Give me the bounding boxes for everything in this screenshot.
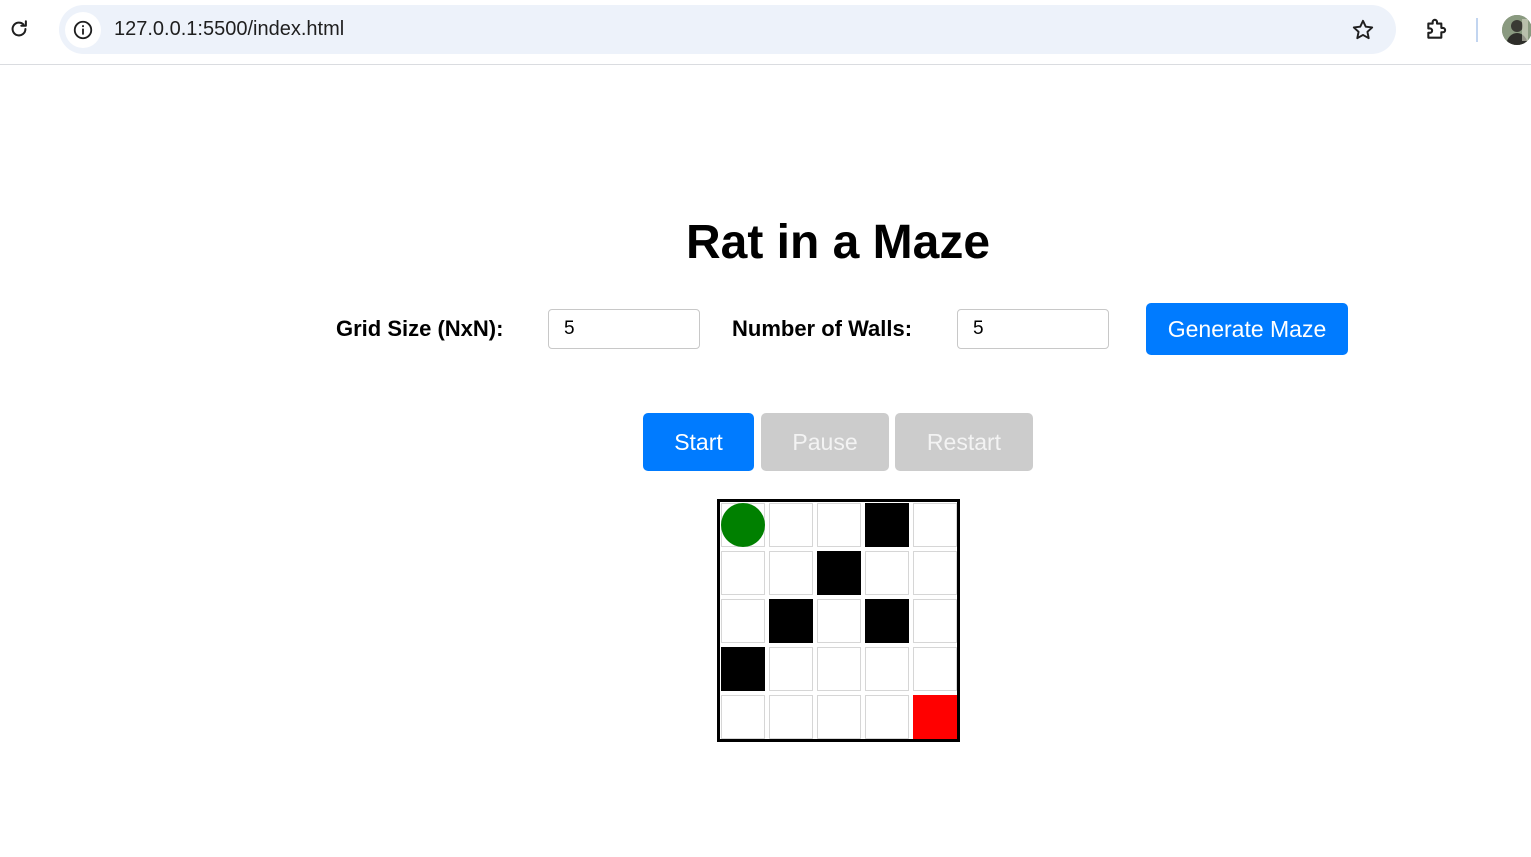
maze-grid [717,499,960,742]
maze-cell-3-1 [769,647,813,691]
maze-cell-3-3 [865,647,909,691]
maze-cell-4-3 [865,695,909,739]
maze-cell-0-2 [817,503,861,547]
start-button[interactable]: Start [643,413,754,471]
profile-picture-icon [1502,15,1531,45]
bookmark-button[interactable] [1350,17,1376,43]
star-icon [1352,19,1374,40]
maze-wall-3-0 [721,647,765,691]
maze-wall-2-3 [865,599,909,643]
page-title: Rat in a Maze [685,216,991,269]
site-info-button[interactable] [65,12,101,48]
maze-cell-4-2 [817,695,861,739]
maze-cell-3-2 [817,647,861,691]
url-text[interactable]: 127.0.0.1:5500/index.html [114,18,344,41]
restart-button[interactable]: Restart [895,413,1033,471]
maze-cell-2-0 [721,599,765,643]
extensions-button[interactable] [1423,15,1451,43]
reload-button[interactable] [7,17,31,41]
walls-label: Number of Walls: [732,316,913,341]
grid-size-input[interactable] [548,309,700,349]
maze-cell-2-2 [817,599,861,643]
rat-marker [721,503,765,547]
maze-cell-2-4 [913,599,957,643]
maze-cell-1-1 [769,551,813,595]
profile-avatar[interactable] [1502,15,1531,45]
pause-button[interactable]: Pause [761,413,889,471]
maze-cell-1-4 [913,551,957,595]
maze-cell-0-1 [769,503,813,547]
maze-wall-0-3 [865,503,909,547]
maze-cell-3-4 [913,647,957,691]
grid-size-label: Grid Size (NxN): [336,316,504,341]
address-bar[interactable]: 127.0.0.1:5500/index.html [59,5,1396,54]
maze-goal-cell [913,695,957,739]
reload-icon [11,20,27,37]
maze-cell-0-0 [721,503,765,547]
puzzle-icon [1427,18,1447,39]
browser-toolbar: 127.0.0.1:5500/index.html [0,0,1531,65]
maze-wall-2-1 [769,599,813,643]
toolbar-separator [1476,18,1478,42]
maze-cell-4-0 [721,695,765,739]
maze-wall-1-2 [817,551,861,595]
walls-input[interactable] [957,309,1109,349]
generate-maze-button[interactable]: Generate Maze [1146,303,1348,355]
maze-cell-0-4 [913,503,957,547]
info-icon [73,20,93,40]
maze-cell-1-0 [721,551,765,595]
maze-cell-1-3 [865,551,909,595]
maze-cell-4-1 [769,695,813,739]
